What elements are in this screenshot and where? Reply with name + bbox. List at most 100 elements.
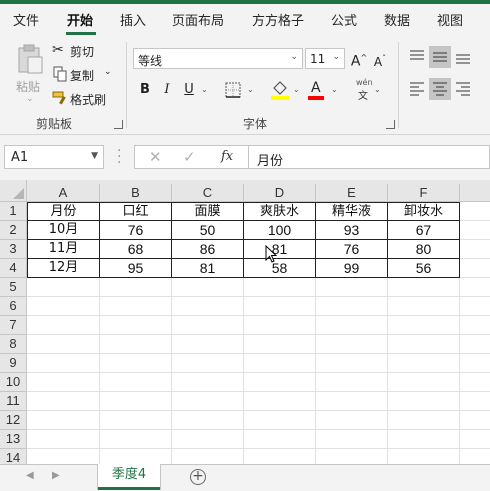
- align-top-button[interactable]: [406, 46, 428, 68]
- format-painter-button[interactable]: 格式刷: [52, 90, 116, 108]
- empty-cell[interactable]: [27, 335, 100, 354]
- italic-button[interactable]: I: [157, 80, 177, 100]
- empty-cell[interactable]: [172, 411, 244, 430]
- insert-function-button[interactable]: fx: [221, 149, 233, 164]
- column-header-g[interactable]: [460, 184, 490, 202]
- cut-button[interactable]: ✂ 剪切: [52, 42, 116, 60]
- empty-cell[interactable]: [460, 449, 490, 464]
- empty-cell[interactable]: [244, 335, 316, 354]
- paste-dropdown-arrow[interactable]: ⌄: [26, 94, 34, 104]
- empty-cell[interactable]: [100, 392, 172, 411]
- empty-cell[interactable]: [172, 335, 244, 354]
- empty-cell[interactable]: [460, 354, 490, 373]
- table-header-cell[interactable]: 面膜: [172, 202, 244, 221]
- align-left-button[interactable]: [406, 78, 428, 100]
- empty-cell[interactable]: [100, 373, 172, 392]
- tab-view[interactable]: 视图: [437, 10, 463, 29]
- align-right-button[interactable]: [452, 78, 474, 100]
- empty-cell[interactable]: [388, 449, 460, 464]
- copy-button[interactable]: 复制 ⌄: [52, 66, 116, 84]
- row-header-11[interactable]: 11: [0, 392, 27, 411]
- cancel-icon[interactable]: ✕: [149, 148, 162, 166]
- fill-color-button[interactable]: ⌄: [268, 80, 304, 102]
- empty-cell[interactable]: [460, 392, 490, 411]
- empty-cell[interactable]: [27, 430, 100, 449]
- empty-cell[interactable]: [388, 316, 460, 335]
- column-header-a[interactable]: A: [27, 184, 100, 202]
- sheet-tab[interactable]: 季度4: [98, 464, 160, 490]
- empty-cell[interactable]: [172, 278, 244, 297]
- empty-cell[interactable]: [27, 278, 100, 297]
- empty-cell[interactable]: [316, 373, 388, 392]
- empty-cell[interactable]: [460, 316, 490, 335]
- empty-cell[interactable]: [172, 316, 244, 335]
- empty-cell[interactable]: [460, 202, 490, 221]
- font-dialog-launcher[interactable]: [386, 120, 395, 129]
- empty-cell[interactable]: [460, 240, 490, 259]
- table-cell[interactable]: 80: [388, 240, 460, 259]
- table-cell[interactable]: 56: [388, 259, 460, 278]
- empty-cell[interactable]: [316, 316, 388, 335]
- row-header-5[interactable]: 5: [0, 278, 27, 297]
- grow-font-button[interactable]: A^: [349, 48, 369, 70]
- empty-cell[interactable]: [316, 411, 388, 430]
- table-cell[interactable]: 81: [244, 240, 316, 259]
- table-header-cell[interactable]: 精华液: [316, 202, 388, 221]
- tab-fangfang-gezi[interactable]: 方方格子: [252, 10, 304, 29]
- name-box[interactable]: A1 ▼: [4, 145, 104, 169]
- table-header-cell[interactable]: 爽肤水: [244, 202, 316, 221]
- table-cell[interactable]: 67: [388, 221, 460, 240]
- empty-cell[interactable]: [172, 354, 244, 373]
- empty-cell[interactable]: [100, 430, 172, 449]
- empty-cell[interactable]: [460, 297, 490, 316]
- empty-cell[interactable]: [244, 354, 316, 373]
- empty-cell[interactable]: [27, 411, 100, 430]
- empty-cell[interactable]: [316, 297, 388, 316]
- row-header-4[interactable]: 4: [0, 259, 27, 278]
- empty-cell[interactable]: [27, 373, 100, 392]
- empty-cell[interactable]: [244, 278, 316, 297]
- empty-cell[interactable]: [460, 430, 490, 449]
- empty-cell[interactable]: [244, 392, 316, 411]
- table-cell[interactable]: 11月: [27, 240, 100, 259]
- empty-cell[interactable]: [172, 392, 244, 411]
- column-header-f[interactable]: F: [388, 184, 460, 202]
- row-header-6[interactable]: 6: [0, 297, 27, 316]
- formula-bar-resize-handle[interactable]: · · ·: [117, 144, 121, 170]
- empty-cell[interactable]: [460, 221, 490, 240]
- empty-cell[interactable]: [100, 316, 172, 335]
- table-cell[interactable]: 81: [172, 259, 244, 278]
- empty-cell[interactable]: [172, 297, 244, 316]
- column-header-d[interactable]: D: [244, 184, 316, 202]
- font-color-button[interactable]: A ⌄: [306, 80, 342, 102]
- table-header-cell[interactable]: 卸妆水: [388, 202, 460, 221]
- row-header-3[interactable]: 3: [0, 240, 27, 259]
- phonetic-button[interactable]: wén 文 ⌄: [352, 78, 384, 102]
- empty-cell[interactable]: [100, 297, 172, 316]
- empty-cell[interactable]: [388, 335, 460, 354]
- empty-cell[interactable]: [316, 278, 388, 297]
- confirm-icon[interactable]: ✓: [183, 148, 196, 166]
- paste-button[interactable]: 粘贴 ⌄: [12, 44, 48, 108]
- table-cell[interactable]: 76: [316, 240, 388, 259]
- select-all-button[interactable]: [0, 180, 27, 202]
- empty-cell[interactable]: [460, 278, 490, 297]
- empty-cell[interactable]: [460, 335, 490, 354]
- empty-cell[interactable]: [100, 278, 172, 297]
- underline-button[interactable]: U: [179, 80, 199, 100]
- empty-cell[interactable]: [388, 411, 460, 430]
- empty-cell[interactable]: [316, 392, 388, 411]
- table-cell[interactable]: 68: [100, 240, 172, 259]
- empty-cell[interactable]: [172, 449, 244, 464]
- row-header-12[interactable]: 12: [0, 411, 27, 430]
- column-header-c[interactable]: C: [172, 184, 244, 202]
- tab-home[interactable]: 开始: [67, 10, 93, 29]
- empty-cell[interactable]: [316, 354, 388, 373]
- table-header-cell[interactable]: 口红: [100, 202, 172, 221]
- empty-cell[interactable]: [388, 392, 460, 411]
- empty-cell[interactable]: [316, 430, 388, 449]
- tab-insert[interactable]: 插入: [120, 10, 146, 29]
- empty-cell[interactable]: [244, 297, 316, 316]
- align-middle-button[interactable]: [429, 46, 451, 68]
- tab-data[interactable]: 数据: [384, 10, 410, 29]
